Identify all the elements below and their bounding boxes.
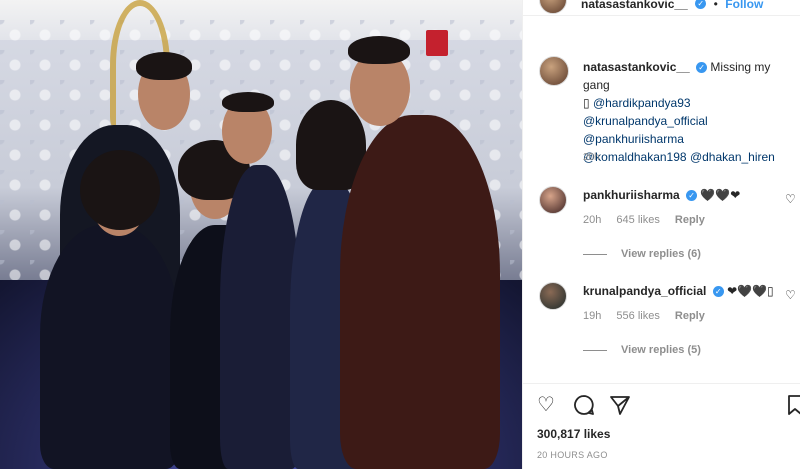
comment-text-row: pankhuriisharma ✓ 🖤🖤❤ (583, 188, 740, 202)
caption-avatar[interactable] (539, 56, 569, 86)
reply-button[interactable]: Reply (675, 214, 705, 226)
bookmark-icon[interactable] (787, 394, 800, 421)
person-6-hair (348, 36, 410, 64)
post-details-panel: natasastankovic__ ✓ • Follow natasastank… (522, 0, 800, 469)
comment-age: 19h (583, 310, 602, 322)
view-replies-button[interactable]: View replies (6) (583, 248, 701, 260)
mention-link[interactable]: @hardikpandya93 (593, 96, 691, 110)
wall-sign (426, 30, 448, 56)
person-2 (40, 225, 180, 469)
comment-username[interactable]: pankhuriisharma (583, 188, 680, 202)
person-4 (220, 165, 300, 469)
reply-button[interactable]: Reply (675, 310, 705, 322)
verified-icon: ✓ (696, 62, 708, 74)
comment-avatar[interactable] (539, 186, 567, 214)
verified-icon: ✓ (686, 190, 698, 202)
comment-meta: 19h 556 likes Reply (583, 310, 717, 322)
comment-text: 🖤🖤❤ (700, 188, 741, 202)
share-icon[interactable] (609, 394, 631, 421)
person-2-hair (80, 150, 160, 230)
header-user-row: natasastankovic__ ✓ • Follow (581, 0, 763, 13)
comment-item: pankhuriisharma ✓ 🖤🖤❤ 20h 645 likes Repl… (537, 186, 799, 268)
action-bar: ♡ 300,817 likes 20 HOURS AGO (523, 383, 800, 469)
comment-likes[interactable]: 645 likes (616, 214, 659, 226)
post-photo[interactable] (0, 0, 522, 469)
mention-link[interactable]: @pankhuriisharma (583, 132, 684, 146)
caption-age: 20h (583, 152, 600, 163)
comment-likes[interactable]: 556 likes (616, 310, 659, 322)
header-separator: • (713, 0, 718, 11)
like-comment-heart-icon[interactable]: ♡ (785, 288, 796, 302)
comment-username[interactable]: krunalpandya_official (583, 284, 706, 298)
follow-button[interactable]: Follow (725, 0, 763, 11)
caption-emoji: ▯ (583, 96, 590, 110)
post-timestamp: 20 HOURS AGO (537, 450, 608, 460)
caption: natasastankovic__ ✓ Missing my gang ▯ @h… (583, 58, 795, 166)
comment-text: ❤🖤🖤▯ (727, 284, 774, 298)
comment-age: 20h (583, 214, 602, 226)
likes-count[interactable]: 300,817 likes (537, 427, 610, 441)
header-avatar[interactable] (539, 0, 567, 14)
verified-icon: ✓ (712, 286, 724, 298)
view-replies-button[interactable]: View replies (5) (583, 344, 701, 356)
heart-icon[interactable]: ♡ (537, 394, 555, 416)
mention-link[interactable]: @dhakan_hiren (690, 150, 775, 164)
person-6 (340, 115, 500, 469)
person-4-hair (222, 92, 274, 112)
header-username[interactable]: natasastankovic__ (581, 0, 688, 11)
comment-avatar[interactable] (539, 282, 567, 310)
verified-icon: ✓ (695, 0, 707, 10)
caption-username[interactable]: natasastankovic__ (583, 60, 690, 74)
comment-icon[interactable] (573, 394, 595, 421)
person-1-hair (136, 52, 192, 80)
post-header: natasastankovic__ ✓ • Follow (523, 0, 800, 16)
like-comment-heart-icon[interactable]: ♡ (785, 192, 796, 206)
comment-meta: 20h 645 likes Reply (583, 214, 717, 226)
comment-text-row: krunalpandya_official ✓ ❤🖤🖤▯ (583, 284, 774, 298)
comment-item: krunalpandya_official ✓ ❤🖤🖤▯ 19h 556 lik… (537, 282, 799, 364)
mention-link[interactable]: @krunalpandya_official (583, 114, 708, 128)
